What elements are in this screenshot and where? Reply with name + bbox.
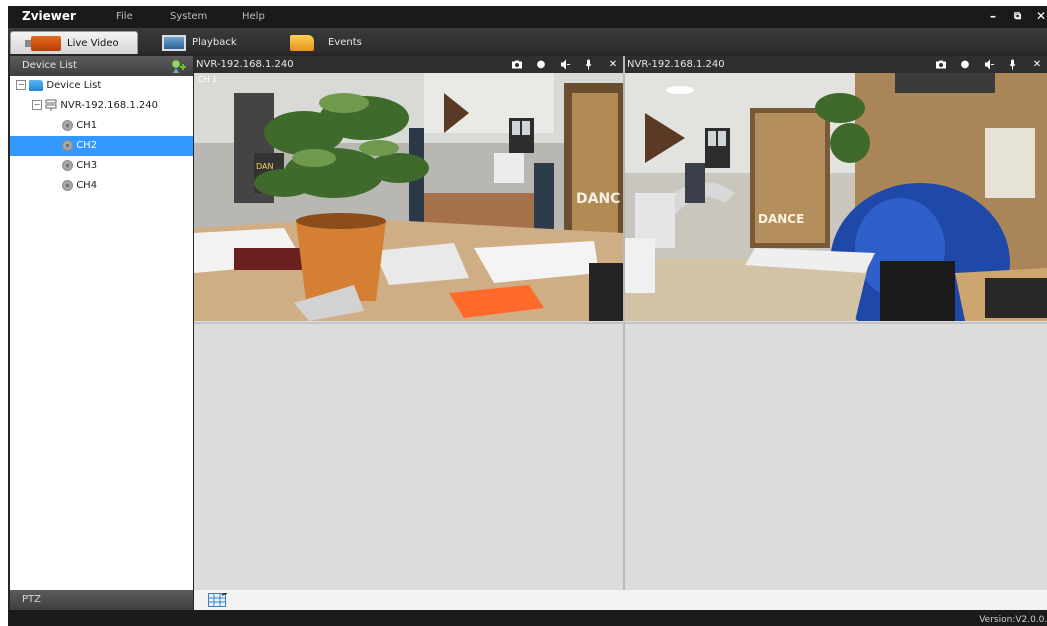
ptz-label: PTZ (22, 594, 41, 605)
channel-camera-icon (62, 179, 73, 191)
pane-title: NVR-192.168.1.240 (627, 59, 725, 70)
restore-button[interactable]: ⧉ (1014, 11, 1021, 22)
device-list-header-label: Device List (22, 60, 77, 71)
pane-controls: ● ✕ (511, 56, 619, 73)
video-grid: NVR-192.168.1.240 ● ✕ DANC DAN CH 1 NVR-… (194, 56, 1047, 590)
tab-events[interactable]: Events (290, 31, 362, 54)
tree-channel-ch3[interactable]: CH3 (10, 156, 193, 176)
app-title: Zviewer (22, 9, 76, 23)
channel-label: CH2 (76, 140, 98, 151)
close-button[interactable]: ✕ (1036, 9, 1046, 23)
close-pane-icon[interactable]: ✕ (607, 56, 619, 73)
collapse-toggle[interactable]: − (16, 80, 26, 90)
menu-bar: Zviewer File System Help – ⧉ ✕ (8, 6, 1047, 28)
channel-camera-icon (62, 119, 73, 131)
layout-toolbar (194, 590, 1047, 610)
status-bar: Version:V2.0.0.6 (8, 610, 1047, 626)
tab-playback[interactable]: Playback (162, 31, 237, 54)
svg-text:DANC: DANC (576, 191, 620, 207)
microphone-icon[interactable] (1007, 56, 1019, 73)
channel-label: CH1 (76, 120, 98, 131)
tab-playback-label: Playback (192, 37, 237, 48)
snapshot-icon[interactable] (935, 56, 947, 73)
camera-icon (25, 35, 61, 51)
video-pane-4[interactable] (625, 324, 1047, 590)
pane-header: NVR-192.168.1.240 ● ✕ (625, 56, 1047, 73)
snapshot-icon[interactable] (511, 56, 523, 73)
tree-root[interactable]: − Device List (10, 76, 193, 96)
channel-camera-icon (62, 159, 73, 171)
camera-feed-2[interactable]: DANCE (625, 73, 1047, 321)
menu-help[interactable]: Help (242, 11, 265, 22)
tree-channel-ch1[interactable]: CH1 (10, 116, 193, 136)
pane-header: NVR-192.168.1.240 ● ✕ (194, 56, 623, 73)
record-icon[interactable]: ● (535, 56, 547, 73)
film-icon (162, 34, 186, 51)
add-device-icon[interactable] (169, 57, 187, 75)
tree-root-label: Device List (46, 80, 102, 91)
channel-label: CH4 (76, 180, 98, 191)
folder-icon (29, 79, 44, 91)
video-pane-2[interactable]: NVR-192.168.1.240 ● ✕ DANCE (625, 56, 1047, 322)
version-label: Version:V2.0.0.6 (979, 615, 1047, 625)
tree-channel-ch2[interactable]: CH2 (10, 136, 193, 156)
device-list-header: Device List (10, 56, 193, 76)
ptz-panel-toggle[interactable]: PTZ (10, 590, 193, 610)
folder-icon (290, 34, 314, 51)
camera-feed-1[interactable]: DANC DAN CH 1 (194, 73, 623, 321)
camera-overlay-label: CH 1 (198, 75, 217, 84)
svg-text:DAN: DAN (256, 162, 273, 171)
video-pane-1[interactable]: NVR-192.168.1.240 ● ✕ DANC DAN CH 1 (194, 56, 623, 322)
minimize-button[interactable]: – (990, 9, 996, 23)
network-device-icon (45, 99, 57, 111)
microphone-icon[interactable] (583, 56, 595, 73)
collapse-toggle[interactable]: − (32, 100, 42, 110)
tab-events-label: Events (328, 37, 362, 48)
tree-channel-ch4[interactable]: CH4 (10, 176, 193, 196)
svg-text:DANCE: DANCE (758, 212, 804, 226)
tree-device[interactable]: − NVR-192.168.1.240 (10, 96, 193, 116)
tab-live-video[interactable]: Live Video (10, 31, 138, 54)
video-pane-3[interactable] (194, 324, 623, 590)
device-list-panel: Device List − Device List − NVR-192.168.… (10, 56, 193, 590)
record-icon[interactable]: ● (959, 56, 971, 73)
speaker-icon[interactable] (559, 56, 571, 73)
menu-system[interactable]: System (170, 11, 207, 22)
grid-layout-icon[interactable] (208, 593, 228, 607)
speaker-icon[interactable] (983, 56, 995, 73)
pane-controls: ● ✕ (935, 56, 1043, 73)
app-window: Zviewer File System Help – ⧉ ✕ Live Vide… (8, 6, 1047, 626)
close-pane-icon[interactable]: ✕ (1031, 56, 1043, 73)
device-tree: − Device List − NVR-192.168.1.240 CH1 CH (10, 76, 193, 196)
main-tabs: Live Video Playback Events (8, 28, 1047, 54)
channel-camera-icon (62, 139, 73, 151)
tree-device-label: NVR-192.168.1.240 (60, 100, 159, 111)
channel-label: CH3 (76, 160, 98, 171)
pane-title: NVR-192.168.1.240 (196, 59, 294, 70)
menu-file[interactable]: File (116, 11, 133, 22)
tab-live-video-label: Live Video (67, 37, 119, 49)
